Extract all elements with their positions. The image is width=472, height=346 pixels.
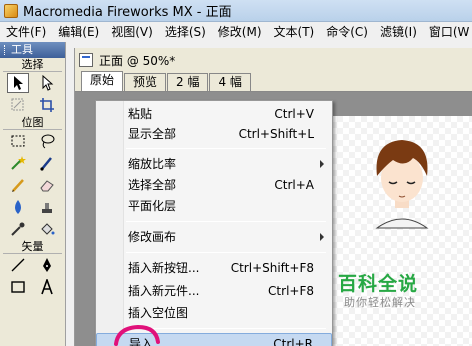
- menu-item-shortcut: Ctrl+F8: [268, 284, 314, 298]
- menu-item-shortcut: Ctrl+V: [274, 107, 314, 121]
- menu-item-shortcut: Ctrl+A: [274, 178, 314, 192]
- menu-select[interactable]: 选择(S): [159, 22, 212, 42]
- tool-row: [0, 218, 65, 240]
- submenu-arrow-icon: [320, 160, 324, 168]
- document-titlebar[interactable]: 正面 @ 50%*: [75, 48, 472, 72]
- tools-panel-header[interactable]: 工具: [0, 42, 65, 58]
- text-tool-icon[interactable]: [36, 277, 58, 297]
- anime-character-image: [375, 140, 429, 229]
- menu-item-label: 插入新按钮...: [128, 261, 200, 275]
- line-tool-icon[interactable]: [7, 255, 29, 275]
- section-title-vector: 矢量: [3, 240, 62, 254]
- document-tabs: 原始 预览 2 幅 4 幅: [75, 71, 472, 92]
- fireworks-app-icon: [4, 3, 18, 18]
- menu-item-label: 选择全部: [128, 178, 177, 192]
- watermark: 百科全说 助你轻松解决: [338, 272, 442, 322]
- brush-tool-icon[interactable]: [36, 153, 58, 173]
- lasso-tool-icon[interactable]: [36, 131, 58, 151]
- menu-item-shortcut: Ctrl+R: [273, 337, 313, 346]
- tool-row: [0, 276, 65, 298]
- menu-item-flatten-layers[interactable]: 平面化层: [96, 196, 332, 216]
- submenu-arrow-icon: [320, 233, 324, 241]
- menu-separator: [126, 148, 326, 149]
- title-bar: Macromedia Fireworks MX - 正面: [0, 0, 472, 22]
- menu-modify[interactable]: 修改(M): [212, 22, 268, 42]
- menu-text[interactable]: 文本(T): [268, 22, 321, 42]
- menu-item-label: 插入空位图: [128, 306, 189, 320]
- tool-row: [0, 174, 65, 196]
- menu-item-paste[interactable]: 粘贴 Ctrl+V: [96, 104, 332, 124]
- tab-preview[interactable]: 预览: [124, 73, 167, 91]
- menu-separator: [126, 252, 326, 253]
- menu-edit[interactable]: 编辑(E): [52, 22, 105, 42]
- document-icon: [79, 53, 93, 67]
- tool-row: [0, 130, 65, 152]
- menu-item-label: 缩放比率: [128, 157, 177, 171]
- paint-bucket-tool-icon[interactable]: [36, 219, 58, 239]
- subselect-tool-icon[interactable]: [36, 73, 58, 93]
- menu-item-insert-empty-bitmap[interactable]: 插入空位图: [96, 303, 332, 323]
- pencil-tool-icon[interactable]: [7, 175, 29, 195]
- tab-original[interactable]: 原始: [81, 71, 124, 91]
- menu-view[interactable]: 视图(V): [105, 22, 159, 42]
- section-title-bitmap: 位图: [3, 116, 62, 130]
- menu-item-show-all[interactable]: 显示全部 Ctrl+Shift+L: [96, 124, 332, 144]
- menu-file[interactable]: 文件(F): [0, 22, 52, 42]
- watermark-subtitle: 助你轻松解决: [344, 296, 416, 309]
- blur-tool-icon[interactable]: [7, 197, 29, 217]
- grip-icon[interactable]: [4, 45, 7, 55]
- section-title-select: 选择: [3, 58, 62, 72]
- menu-item-zoom[interactable]: 缩放比率: [96, 154, 332, 174]
- menu-item-label: 平面化层: [128, 199, 177, 213]
- tool-row: [0, 152, 65, 174]
- tool-row: [0, 196, 65, 218]
- menu-item-label: 粘贴: [128, 107, 153, 121]
- tool-row: [0, 254, 65, 276]
- window-title: Macromedia Fireworks MX - 正面: [23, 5, 232, 20]
- tool-row: [0, 72, 65, 94]
- document-title: 正面 @ 50%*: [99, 53, 176, 68]
- eyedropper-tool-icon[interactable]: [7, 219, 29, 239]
- pointer-tool-icon[interactable]: [7, 73, 30, 93]
- menu-item-label: 显示全部: [128, 127, 177, 141]
- tool-row: [0, 94, 65, 116]
- tab-4-up[interactable]: 4 幅: [209, 73, 251, 91]
- menu-filters[interactable]: 滤镜(I): [374, 22, 423, 42]
- tools-panel-title: 工具: [11, 43, 33, 56]
- menu-item-insert-new-button[interactable]: 插入新按钮... Ctrl+Shift+F8: [96, 258, 332, 278]
- rubber-stamp-tool-icon[interactable]: [36, 197, 58, 217]
- menu-commands[interactable]: 命令(C): [320, 22, 374, 42]
- crop-tool-icon[interactable]: [36, 95, 58, 115]
- menu-bar: 文件(F) 编辑(E) 视图(V) 选择(S) 修改(M) 文本(T) 命令(C…: [0, 22, 472, 42]
- menu-item-insert-new-symbol[interactable]: 插入新元件... Ctrl+F8: [96, 281, 332, 301]
- eraser-tool-icon[interactable]: [36, 175, 58, 195]
- pen-tool-icon[interactable]: [36, 255, 58, 275]
- menu-item-modify-canvas[interactable]: 修改画布: [96, 227, 332, 247]
- rectangle-tool-icon[interactable]: [7, 277, 29, 297]
- marquee-tool-icon[interactable]: [7, 131, 29, 151]
- magic-wand-tool-icon[interactable]: [7, 153, 29, 173]
- scale-tool-icon[interactable]: [7, 95, 29, 115]
- menu-item-label: 修改画布: [128, 230, 177, 244]
- canvas-context-menu: 粘贴 Ctrl+V 显示全部 Ctrl+Shift+L 缩放比率 选择全部 Ct…: [95, 100, 333, 346]
- tools-panel: 工具 选择 位图 矢量: [0, 42, 66, 346]
- menu-item-shortcut: Ctrl+Shift+F8: [230, 261, 314, 275]
- menu-item-label: 插入新元件...: [128, 284, 200, 298]
- menu-window[interactable]: 窗口(W: [423, 22, 472, 42]
- watermark-title: 百科全说: [338, 273, 419, 295]
- menu-item-shortcut: Ctrl+Shift+L: [238, 127, 314, 141]
- menu-separator: [126, 221, 326, 222]
- tab-2-up[interactable]: 2 幅: [167, 73, 209, 91]
- menu-item-select-all[interactable]: 选择全部 Ctrl+A: [96, 175, 332, 195]
- annotation-circle-mark: [114, 324, 160, 346]
